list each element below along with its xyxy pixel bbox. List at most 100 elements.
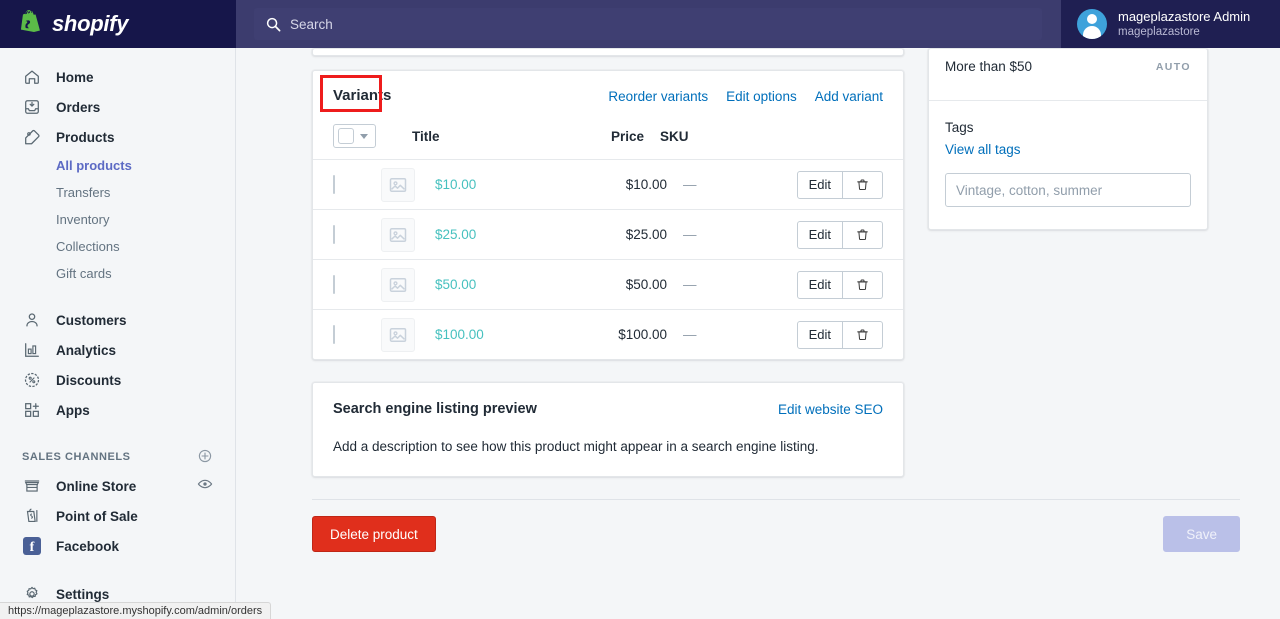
- row-checkbox-cell: [333, 324, 359, 344]
- sidebar-item-all-products[interactable]: All products: [0, 152, 235, 179]
- shopify-logo[interactable]: shopify: [0, 0, 236, 48]
- sales-channels-label: SALES CHANNELS: [22, 451, 131, 463]
- sidebar-item-inventory[interactable]: Inventory: [0, 206, 235, 233]
- content-columns: Variants Reorder variants Edit options A…: [236, 48, 1280, 477]
- variant-price: $10.00: [625, 177, 667, 192]
- sidebar-item-products[interactable]: Products: [0, 122, 235, 152]
- row-checkbox-cell: [333, 274, 359, 294]
- variant-title-link[interactable]: $25.00: [435, 227, 583, 242]
- sidebar-item-label: Apps: [56, 402, 90, 418]
- status-bar-url-text: https://mageplazastore.myshopify.com/adm…: [8, 605, 263, 617]
- row-checkbox[interactable]: [333, 324, 335, 344]
- sidebar-item-label: Discounts: [56, 372, 122, 388]
- trash-icon: [857, 229, 868, 240]
- tags-input[interactable]: [945, 173, 1191, 207]
- edit-website-seo-link[interactable]: Edit website SEO: [778, 402, 883, 417]
- sidebar-item-transfers[interactable]: Transfers: [0, 179, 235, 206]
- row-checkbox[interactable]: [333, 174, 335, 194]
- select-all-checkbox[interactable]: [338, 128, 354, 144]
- delete-variant-button[interactable]: [843, 170, 883, 199]
- sidebar-item-label: Facebook: [56, 538, 120, 554]
- sidebar-item-point-of-sale[interactable]: Point of Sale: [0, 501, 235, 531]
- sidebar-subitem-label: Gift cards: [56, 266, 112, 281]
- page-title: Variants: [333, 87, 392, 104]
- table-row: $10.00 $10.00 — Edit: [313, 159, 903, 209]
- row-actions: Edit: [796, 270, 883, 299]
- edit-button[interactable]: Edit: [796, 270, 843, 299]
- view-all-tags-link[interactable]: View all tags: [945, 142, 1191, 157]
- column-header-sku: SKU: [660, 128, 689, 144]
- table-row: $100.00 $100.00 — Edit: [313, 309, 903, 359]
- sidebar-item-online-store[interactable]: Online Store: [0, 471, 197, 501]
- edit-options-link[interactable]: Edit options: [726, 89, 797, 104]
- eye-icon[interactable]: [197, 476, 213, 497]
- row-actions: Edit: [796, 170, 883, 199]
- sidebar-item-customers[interactable]: Customers: [0, 305, 235, 335]
- main-content: Variants Reorder variants Edit options A…: [236, 48, 1280, 619]
- chevron-down-icon[interactable]: [360, 133, 368, 139]
- account-store: mageplazastore: [1118, 25, 1200, 38]
- variant-sku: —: [683, 227, 697, 242]
- edit-button[interactable]: Edit: [796, 170, 843, 199]
- variants-actions: Reorder variants Edit options Add varian…: [608, 89, 883, 104]
- row-actions: Edit: [796, 220, 883, 249]
- search-input[interactable]: Search: [254, 8, 1042, 40]
- sidebar-item-discounts[interactable]: Discounts: [0, 365, 235, 395]
- save-button[interactable]: Save: [1163, 516, 1240, 552]
- table-row: $50.00 $50.00 — Edit: [313, 259, 903, 309]
- sidebar-item-label: Home: [56, 69, 94, 85]
- collections-tags-card: More than $50 AUTO Tags View all tags: [928, 48, 1208, 230]
- variant-sku: —: [683, 327, 697, 342]
- sidebar-item-facebook[interactable]: f Facebook: [0, 531, 235, 561]
- image-placeholder-icon: [381, 267, 415, 302]
- edit-button[interactable]: Edit: [796, 220, 843, 249]
- sidebar-item-label: Orders: [56, 99, 101, 115]
- row-checkbox[interactable]: [333, 224, 335, 244]
- row-checkbox[interactable]: [333, 274, 335, 294]
- variant-price: $50.00: [625, 277, 667, 292]
- variant-title-link[interactable]: $100.00: [435, 327, 583, 342]
- image-placeholder-icon: [381, 217, 415, 252]
- apps-grid-plus-icon: [22, 400, 42, 420]
- seo-card: Search engine listing preview Edit websi…: [312, 382, 904, 477]
- orders-inbox-icon: [22, 97, 42, 117]
- left-column: Variants Reorder variants Edit options A…: [312, 48, 904, 477]
- shopify-admin-window: shopify Search mageplazastore Admin mage…: [0, 0, 1280, 619]
- sidebar-subitem-label: Transfers: [56, 185, 111, 200]
- sidebar-item-home[interactable]: Home: [0, 62, 235, 92]
- select-all-dropdown[interactable]: [333, 124, 376, 148]
- delete-variant-button[interactable]: [843, 220, 883, 249]
- reorder-variants-link[interactable]: Reorder variants: [608, 89, 708, 104]
- account-name: mageplazastore Admin: [1118, 8, 1251, 24]
- search-placeholder: Search: [290, 16, 333, 32]
- variant-title-link[interactable]: $50.00: [435, 277, 583, 292]
- sidebar-item-collections[interactable]: Collections: [0, 233, 235, 260]
- sidebar-item-label: Online Store: [56, 478, 137, 494]
- analytics-bars-icon: [22, 340, 42, 360]
- delete-product-button[interactable]: Delete product: [312, 516, 436, 552]
- status-badge: AUTO: [1155, 60, 1191, 73]
- row-checkbox-cell: [333, 174, 359, 194]
- sidebar-item-analytics[interactable]: Analytics: [0, 335, 235, 365]
- add-variant-link[interactable]: Add variant: [815, 89, 883, 104]
- variant-title-link[interactable]: $10.00: [435, 177, 583, 192]
- account-menu[interactable]: mageplazastore Admin mageplazastore: [1060, 0, 1280, 48]
- variants-title-wrap: Variants: [320, 75, 392, 112]
- sidebar-item-label: Analytics: [56, 342, 117, 358]
- plus-circle-icon[interactable]: [197, 448, 213, 467]
- edit-button[interactable]: Edit: [796, 320, 843, 349]
- collection-row[interactable]: More than $50 AUTO: [929, 49, 1207, 101]
- sidebar-subitem-label: Collections: [56, 239, 120, 254]
- sidebar-item-gift-cards[interactable]: Gift cards: [0, 260, 235, 287]
- delete-variant-button[interactable]: [843, 320, 883, 349]
- home-icon: [22, 67, 42, 87]
- shopify-wordmark: shopify: [52, 11, 129, 36]
- trash-icon: [857, 329, 868, 340]
- variant-price: $100.00: [618, 327, 667, 342]
- sidebar-row-online-store: Online Store: [0, 471, 235, 501]
- sidebar-item-orders[interactable]: Orders: [0, 92, 235, 122]
- sidebar-item-apps[interactable]: Apps: [0, 395, 235, 425]
- delete-variant-button[interactable]: [843, 270, 883, 299]
- collection-name: More than $50: [945, 59, 1033, 74]
